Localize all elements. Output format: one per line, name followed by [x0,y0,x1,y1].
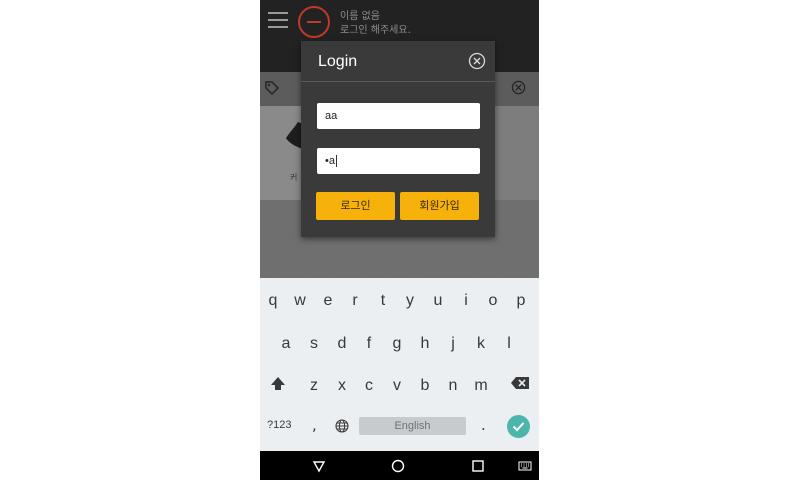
id-input-value: aa [325,110,338,122]
circle-home-icon[interactable] [391,459,405,473]
keyboard-icon[interactable] [518,459,532,473]
shift-icon[interactable] [268,374,288,394]
key-s[interactable]: s [304,326,324,356]
key-o-label: o [488,292,498,309]
key-u-label: u [433,292,443,309]
key-u-hint: 7 [442,272,446,279]
key-f[interactable]: f [359,326,379,356]
key-t[interactable]: t5 [373,272,393,313]
key-w[interactable]: w2 [290,272,310,313]
phone-screen: 이름 없음 로그인 해주세요. 커 Login aa •a 로그인 회원가입 q… [260,0,539,480]
avatar-icon[interactable] [298,6,330,38]
key-q-hint: 1 [277,272,281,279]
system-nav-bar [260,451,539,480]
soft-keyboard: q1 w2 e3 r4 t5 y6 u7 i8 o9 p0 a s d f g … [260,272,539,451]
check-icon [512,422,525,432]
key-b[interactable]: b [415,368,435,398]
key-e-hint: 3 [332,272,336,279]
key-p-label: p [516,292,526,309]
password-input[interactable]: •a [317,148,480,174]
close-circle-icon[interactable] [511,80,526,95]
dialog-divider [301,81,495,82]
key-r[interactable]: r4 [345,272,365,313]
period-key[interactable]: . [481,416,486,434]
spacebar[interactable]: English [359,417,466,435]
key-i-label: i [464,292,468,309]
square-recents-icon[interactable] [471,459,485,473]
comma-key[interactable]: , [312,416,317,434]
key-g[interactable]: g [387,326,407,356]
key-k[interactable]: k [471,326,491,356]
key-r-hint: 4 [359,272,363,279]
close-circle-icon[interactable] [468,52,486,70]
key-w-hint: 2 [304,272,308,279]
dialog-title: Login [318,53,358,70]
key-p[interactable]: p0 [511,272,531,313]
key-d[interactable]: d [332,326,352,356]
key-y-hint: 6 [414,272,418,279]
key-u[interactable]: u7 [428,272,448,313]
key-e-label: e [323,292,333,309]
key-t-label: t [380,292,386,309]
key-e[interactable]: e3 [318,272,338,313]
key-z[interactable]: z [304,368,324,398]
globe-icon[interactable] [335,419,349,433]
card-text: 커 [290,173,298,182]
key-v[interactable]: v [387,368,407,398]
key-o-hint: 9 [497,272,501,279]
key-i-hint: 8 [470,272,474,279]
key-i[interactable]: i8 [456,272,476,313]
key-h[interactable]: h [415,326,435,356]
backspace-icon[interactable] [510,376,530,390]
login-prompt: 로그인 해주세요. [340,25,411,36]
id-input[interactable]: aa [317,103,480,129]
key-w-label: w [294,292,306,309]
key-o[interactable]: o9 [483,272,503,313]
login-dialog: Login aa •a 로그인 회원가입 [301,41,495,237]
key-y[interactable]: y6 [400,272,420,313]
key-q-label: q [268,292,278,309]
user-name: 이름 없음 [340,11,380,22]
key-a[interactable]: a [276,326,296,356]
hamburger-icon[interactable] [268,12,288,28]
login-button[interactable]: 로그인 [316,192,395,220]
key-q[interactable]: q1 [263,272,283,313]
key-l[interactable]: l [499,326,519,356]
key-r-label: r [352,292,358,309]
key-m[interactable]: m [471,368,491,398]
key-j[interactable]: j [443,326,463,356]
password-input-value: •a [325,155,335,167]
symbols-key[interactable]: ?123 [267,419,291,431]
signup-button[interactable]: 회원가입 [400,192,479,220]
key-c[interactable]: c [359,368,379,398]
key-y-label: y [406,292,414,309]
key-t-hint: 5 [387,272,391,279]
tag-icon[interactable] [264,80,280,96]
text-cursor [335,155,337,168]
done-button[interactable] [507,415,530,438]
triangle-back-icon[interactable] [312,459,326,473]
key-n[interactable]: n [443,368,463,398]
key-x[interactable]: x [332,368,352,398]
key-p-hint: 0 [525,272,529,279]
